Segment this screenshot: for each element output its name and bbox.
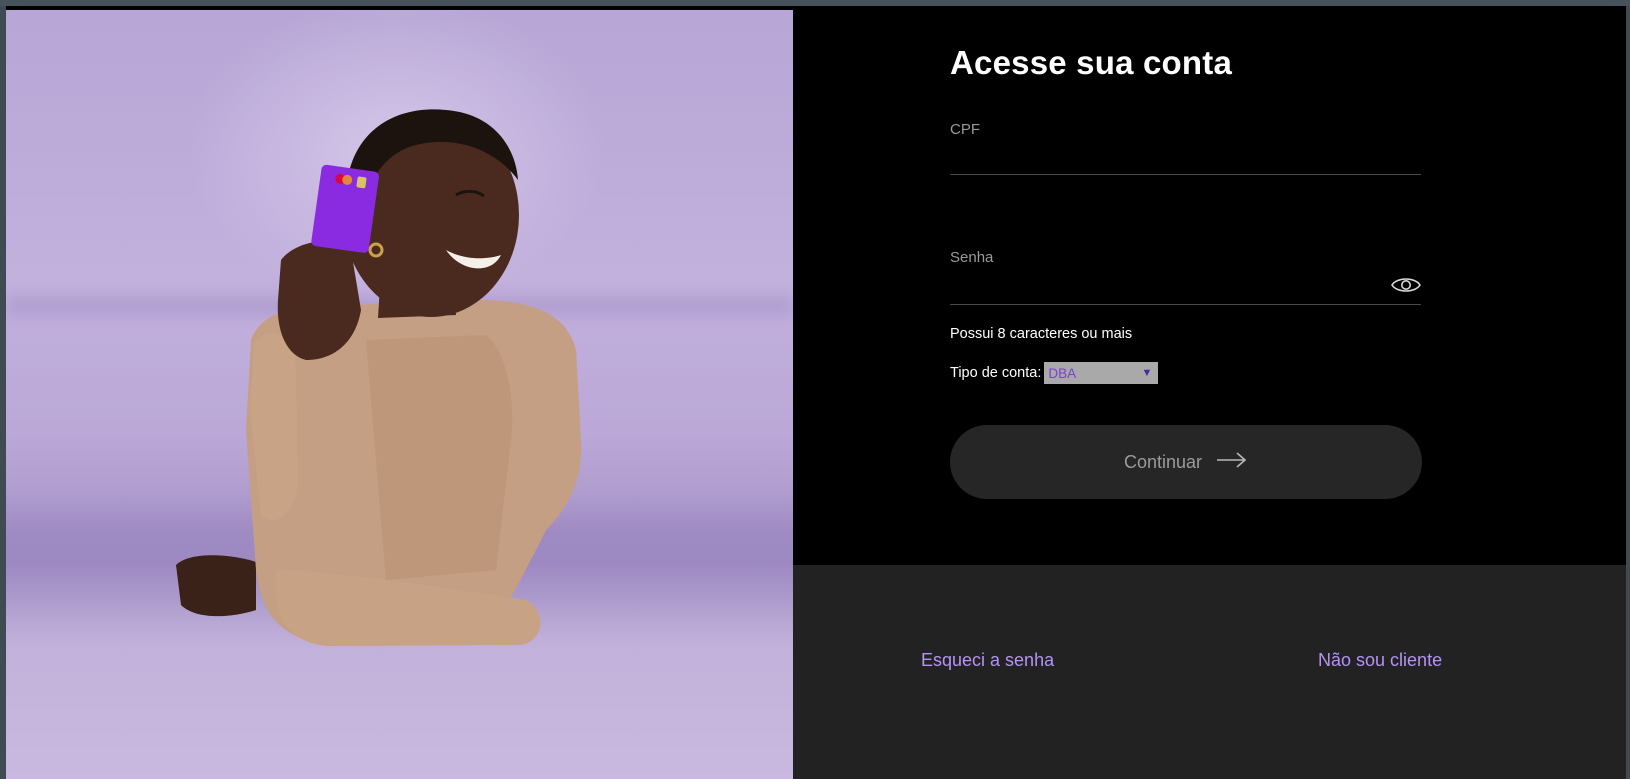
not-client-link[interactable]: Não sou cliente: [1318, 650, 1442, 671]
account-type-select[interactable]: DBA ▼: [1044, 362, 1159, 384]
forgot-password-link[interactable]: Esqueci a senha: [921, 650, 1054, 671]
cpf-input[interactable]: [950, 146, 1421, 175]
continue-label: Continuar: [1123, 451, 1203, 472]
password-hint: Possui 8 caracteres ou mais: [950, 326, 1133, 342]
page-title: Acesse sua conta: [950, 44, 1233, 81]
account-type-row: Tipo de conta: DBA ▼: [950, 362, 1159, 384]
continue-button[interactable]: Continuar: [950, 425, 1422, 499]
chevron-down-icon: ▼: [1141, 367, 1153, 379]
footer-panel: [793, 565, 1626, 779]
window-edge-right: [1626, 6, 1630, 779]
woman-with-card-illustration: [176, 109, 582, 646]
window-top-strip: [0, 0, 1630, 6]
show-password-button[interactable]: [1389, 272, 1423, 298]
cpf-label: CPF: [950, 121, 980, 138]
account-type-label: Tipo de conta:: [950, 365, 1042, 381]
eye-icon: [1391, 278, 1421, 292]
hero-image: [6, 10, 793, 779]
password-input[interactable]: [950, 276, 1421, 305]
password-label: Senha: [950, 249, 994, 266]
account-type-value: DBA: [1048, 365, 1077, 381]
arrow-right-icon: [1216, 451, 1248, 473]
